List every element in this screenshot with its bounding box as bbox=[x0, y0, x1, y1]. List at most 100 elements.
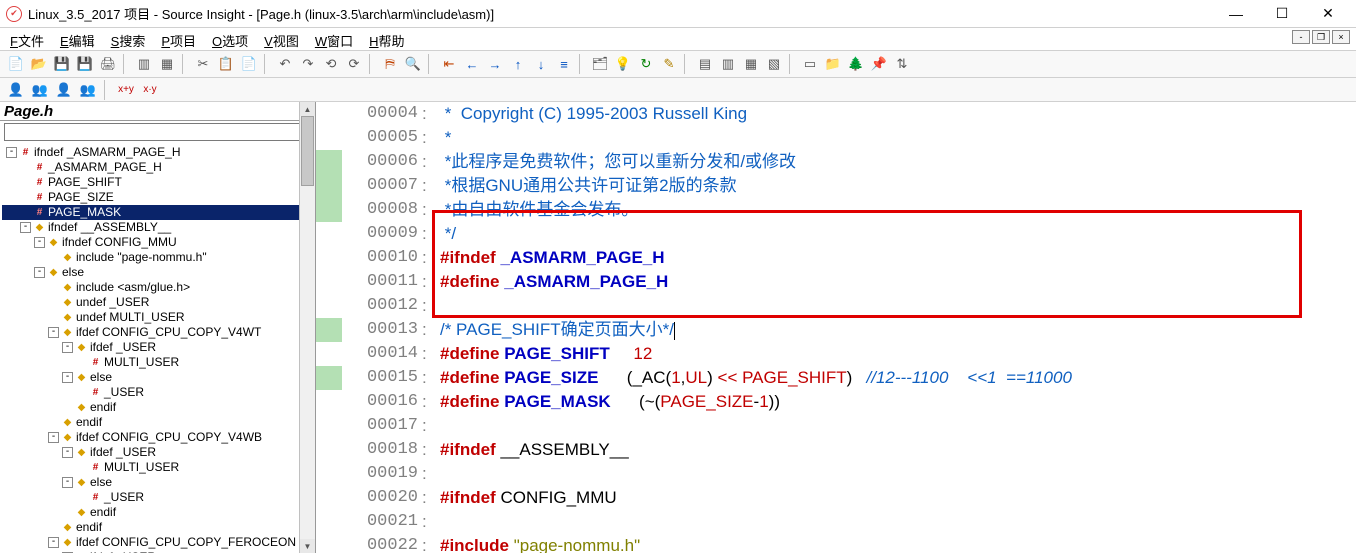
tree-icon[interactable]: 🌲 bbox=[846, 54, 866, 74]
tree-row[interactable]: #_USER bbox=[2, 490, 315, 505]
code-line[interactable]: 00004: * Copyright (C) 1995-2003 Russell… bbox=[316, 102, 1356, 126]
panel3-icon[interactable]: ▦ bbox=[741, 54, 761, 74]
pin-icon[interactable]: 📌 bbox=[869, 54, 889, 74]
collapse-icon[interactable]: - bbox=[34, 237, 45, 248]
tree-row[interactable]: -◆ifdef _USER bbox=[2, 445, 315, 460]
tree-row[interactable]: #PAGE_MASK bbox=[2, 205, 315, 220]
tree-row[interactable]: #MULTI_USER bbox=[2, 355, 315, 370]
maximize-button[interactable]: ☐ bbox=[1268, 4, 1296, 24]
refresh-icon[interactable]: ↻ bbox=[636, 54, 656, 74]
jump-prev-icon[interactable]: ⇤ bbox=[439, 54, 459, 74]
nav-fwd-icon[interactable]: → bbox=[485, 54, 505, 74]
sym-xy-icon[interactable]: x+y bbox=[116, 80, 136, 100]
mdi-restore-button[interactable]: ❐ bbox=[1312, 30, 1330, 44]
sidebar-scrollbar[interactable]: ▲ ▼ bbox=[299, 102, 315, 553]
collapse-icon[interactable]: - bbox=[62, 447, 73, 458]
tree-row[interactable]: -◆else bbox=[2, 475, 315, 490]
menu-file[interactable]: F文件 bbox=[10, 31, 44, 50]
minimize-button[interactable]: ― bbox=[1222, 4, 1250, 24]
collapse-icon[interactable]: - bbox=[48, 537, 59, 548]
line-text[interactable]: *此程序是免费软件；您可以重新分发和/或修改 bbox=[440, 150, 1356, 174]
menu-edit[interactable]: E编辑 bbox=[60, 31, 95, 50]
mdi-minimize-button[interactable]: - bbox=[1292, 30, 1310, 44]
undo-all-icon[interactable]: ⟲ bbox=[321, 54, 341, 74]
redo-icon[interactable]: ↷ bbox=[298, 54, 318, 74]
line-text[interactable]: #define PAGE_SHIFT 12 bbox=[440, 342, 1356, 366]
find-icon[interactable]: 🔍 bbox=[403, 54, 423, 74]
menu-project[interactable]: P项目 bbox=[161, 31, 196, 50]
redo-all-icon[interactable]: ⟳ bbox=[344, 54, 364, 74]
tree-row[interactable]: -◆ifndef CONFIG_MMU bbox=[2, 235, 315, 250]
tree-row[interactable]: -◆else bbox=[2, 370, 315, 385]
context-icon[interactable]: ▭ bbox=[800, 54, 820, 74]
line-text[interactable]: *根据GNU通用公共许可证第2版的条款 bbox=[440, 174, 1356, 198]
line-text[interactable]: #include "page-nommu.h" bbox=[440, 534, 1356, 553]
code-line[interactable]: 00017: bbox=[316, 414, 1356, 438]
code-line[interactable]: 00022:#include "page-nommu.h" bbox=[316, 534, 1356, 553]
tree-row[interactable]: -◆ifdef CONFIG_CPU_COPY_FEROCEON bbox=[2, 535, 315, 550]
code-editor[interactable]: 00004: * Copyright (C) 1995-2003 Russell… bbox=[316, 102, 1356, 553]
cut-icon[interactable]: ✂ bbox=[193, 54, 213, 74]
tree-row[interactable]: #PAGE_SHIFT bbox=[2, 175, 315, 190]
bookmark-icon[interactable]: ⛿ bbox=[380, 54, 400, 74]
sym-person3-icon[interactable]: 👤 bbox=[54, 80, 74, 100]
line-text[interactable]: #ifndef __ASSEMBLY__ bbox=[440, 438, 1356, 462]
line-text[interactable]: #define PAGE_MASK (~(PAGE_SIZE-1)) bbox=[440, 390, 1356, 414]
tree-row[interactable]: -◆ifdef CONFIG_CPU_COPY_V4WB bbox=[2, 430, 315, 445]
code-line[interactable]: 00016:#define PAGE_MASK (~(PAGE_SIZE-1)) bbox=[316, 390, 1356, 414]
code-line[interactable]: 00012: bbox=[316, 294, 1356, 318]
scroll-up-icon[interactable]: ▲ bbox=[300, 102, 315, 116]
code-line[interactable]: 00015:#define PAGE_SIZE (_AC(1,UL) << PA… bbox=[316, 366, 1356, 390]
line-text[interactable]: */ bbox=[440, 222, 1356, 246]
sort-icon[interactable]: ⇅ bbox=[892, 54, 912, 74]
collapse-icon[interactable]: - bbox=[48, 432, 59, 443]
code-line[interactable]: 00010:#ifndef _ASMARM_PAGE_H bbox=[316, 246, 1356, 270]
collapse-icon[interactable]: - bbox=[62, 342, 73, 353]
code-line[interactable]: 00005: * bbox=[316, 126, 1356, 150]
tree-row[interactable]: #MULTI_USER bbox=[2, 460, 315, 475]
line-text[interactable]: #define _ASMARM_PAGE_H bbox=[440, 270, 1356, 294]
nav-back-icon[interactable]: ← bbox=[462, 54, 482, 74]
line-text[interactable]: /* PAGE_SHIFT确定页面大小*/ bbox=[440, 318, 1356, 342]
tree-row[interactable]: -◆ifdef CONFIG_CPU_COPY_V4WT bbox=[2, 325, 315, 340]
tree-row[interactable]: -#ifndef _ASMARM_PAGE_H bbox=[2, 145, 315, 160]
code-line[interactable]: 00009: */ bbox=[316, 222, 1356, 246]
window-grid-icon[interactable]: ▦ bbox=[157, 54, 177, 74]
save-icon[interactable]: 💾 bbox=[52, 54, 72, 74]
line-text[interactable] bbox=[440, 510, 1356, 534]
folder-icon[interactable]: 📁 bbox=[823, 54, 843, 74]
nav-down-icon[interactable]: ↓ bbox=[531, 54, 551, 74]
line-text[interactable]: #ifndef _ASMARM_PAGE_H bbox=[440, 246, 1356, 270]
code-line[interactable]: 00007: *根据GNU通用公共许可证第2版的条款 bbox=[316, 174, 1356, 198]
sym-person1-icon[interactable]: 👤 bbox=[6, 80, 26, 100]
print-icon[interactable]: 🖨 bbox=[98, 54, 118, 74]
code-line[interactable]: 00013:/* PAGE_SHIFT确定页面大小*/ bbox=[316, 318, 1356, 342]
tree-row[interactable]: ◆endif bbox=[2, 520, 315, 535]
line-text[interactable] bbox=[440, 414, 1356, 438]
line-text[interactable] bbox=[440, 462, 1356, 486]
tree-row[interactable]: ◆undef _USER bbox=[2, 295, 315, 310]
panel1-icon[interactable]: ▤ bbox=[695, 54, 715, 74]
collapse-icon[interactable]: - bbox=[48, 327, 59, 338]
new-file-icon[interactable]: 📄 bbox=[6, 54, 26, 74]
code-line[interactable]: 00011:#define _ASMARM_PAGE_H bbox=[316, 270, 1356, 294]
code-line[interactable]: 00014:#define PAGE_SHIFT 12 bbox=[316, 342, 1356, 366]
menu-options[interactable]: O选项 bbox=[212, 31, 248, 50]
tree-row[interactable]: ◆include <asm/glue.h> bbox=[2, 280, 315, 295]
paste-icon[interactable]: 📄 bbox=[239, 54, 259, 74]
code-line[interactable]: 00020:#ifndef CONFIG_MMU bbox=[316, 486, 1356, 510]
collapse-icon[interactable]: - bbox=[62, 372, 73, 383]
code-line[interactable]: 00021: bbox=[316, 510, 1356, 534]
sym-xy2-icon[interactable]: x·y bbox=[140, 80, 160, 100]
tree-row[interactable]: ◆endif bbox=[2, 400, 315, 415]
scroll-thumb[interactable] bbox=[301, 116, 314, 186]
nav-up-icon[interactable]: ↑ bbox=[508, 54, 528, 74]
close-button[interactable]: ✕ bbox=[1314, 4, 1342, 24]
relation-icon[interactable]: 🗂 bbox=[590, 54, 610, 74]
tree-row[interactable]: -◆ifndef __ASSEMBLY__ bbox=[2, 220, 315, 235]
menu-search[interactable]: S搜索 bbox=[111, 31, 146, 50]
line-text[interactable]: #ifndef CONFIG_MMU bbox=[440, 486, 1356, 510]
save-all-icon[interactable]: 💾 bbox=[75, 54, 95, 74]
tree-row[interactable]: ◆include "page-nommu.h" bbox=[2, 250, 315, 265]
undo-icon[interactable]: ↶ bbox=[275, 54, 295, 74]
